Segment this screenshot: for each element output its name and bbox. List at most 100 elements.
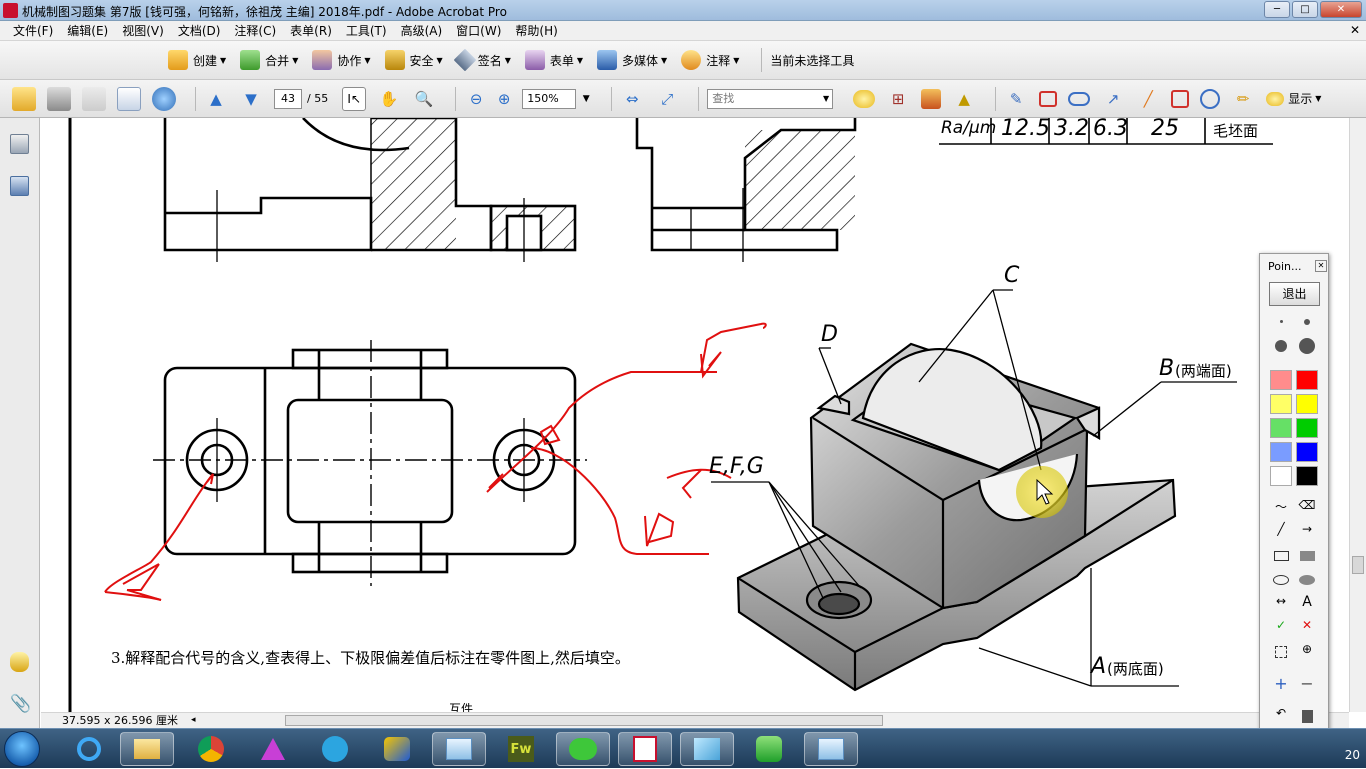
checkmark-icon[interactable]: ✓ <box>1270 618 1292 638</box>
fit-width-icon[interactable]: ⇔ <box>620 87 644 111</box>
hand-tool-icon[interactable]: ✋ <box>377 87 401 111</box>
sticky-note-icon[interactable] <box>853 89 876 108</box>
multimedia-button[interactable]: 多媒体 ▼ <box>597 50 667 70</box>
open-folder-icon[interactable] <box>12 86 36 111</box>
arrow-tool-icon[interactable]: → <box>1296 522 1318 542</box>
color-swatch[interactable] <box>1296 370 1318 390</box>
attachments-panel-icon[interactable]: 📎 <box>10 694 31 714</box>
textbox-icon[interactable] <box>1039 90 1058 107</box>
color-swatch[interactable] <box>1270 370 1292 390</box>
arrow-icon[interactable]: ↗ <box>1101 87 1125 111</box>
close-button[interactable]: ✕ <box>1320 1 1362 18</box>
color-swatch[interactable] <box>1270 394 1292 414</box>
minimize-button[interactable]: ─ <box>1264 1 1290 18</box>
select-area-icon[interactable] <box>1270 642 1292 662</box>
dot-xlarge-icon[interactable] <box>1296 336 1318 356</box>
zoom-in-icon[interactable]: ⊕ <box>492 87 516 111</box>
color-swatch[interactable] <box>1296 466 1318 486</box>
forms-button[interactable]: 表单 ▼ <box>524 50 583 70</box>
ellipse-outline-icon[interactable] <box>1270 570 1292 590</box>
acrobat-icon[interactable] <box>618 732 672 766</box>
line-tool-icon[interactable]: ╱ <box>1270 522 1292 542</box>
pointer-panel-close-icon[interactable]: ✕ <box>1315 260 1327 272</box>
exit-button[interactable]: 退出 <box>1269 282 1320 306</box>
fit-page-icon[interactable]: ⤢ <box>655 87 679 111</box>
combine-button[interactable]: 合并 ▼ <box>240 50 298 70</box>
pages-panel-icon[interactable] <box>10 134 29 154</box>
wechat-icon[interactable] <box>556 732 610 766</box>
snipping-icon[interactable] <box>432 732 486 766</box>
undo-icon[interactable]: ↶ <box>1270 706 1292 726</box>
line-icon[interactable]: ╱ <box>1136 87 1160 111</box>
email-icon[interactable] <box>117 86 141 111</box>
callout-icon[interactable]: ✎ <box>1004 87 1028 111</box>
menu-tools[interactable]: 工具(T) <box>339 22 394 39</box>
document-close-button[interactable]: ✕ <box>1350 23 1360 37</box>
telegram-icon[interactable] <box>308 732 362 766</box>
remove-icon[interactable]: − <box>1296 674 1318 694</box>
freehand-icon[interactable]: 〜 <box>1270 498 1292 518</box>
eraser-icon[interactable]: ⌫ <box>1296 498 1318 518</box>
zoom-out-icon[interactable]: ⊖ <box>464 87 488 111</box>
color-swatch[interactable] <box>1296 418 1318 438</box>
fireworks-icon[interactable]: Fw <box>494 732 548 766</box>
zoom-tool-icon[interactable]: 🔍 <box>412 87 436 111</box>
trash-icon[interactable] <box>1296 706 1318 726</box>
vertical-scrollbar[interactable] <box>1349 118 1366 712</box>
recorder-icon[interactable] <box>804 732 858 766</box>
add-icon[interactable]: + <box>1270 674 1292 694</box>
menu-view[interactable]: 视图(V) <box>115 22 171 39</box>
menu-comments[interactable]: 注释(C) <box>227 22 283 39</box>
rect-outline-icon[interactable] <box>1270 546 1292 566</box>
cross-icon[interactable]: ✕ <box>1296 618 1318 638</box>
ie-icon[interactable] <box>62 732 116 766</box>
create-button[interactable]: 创建 ▼ <box>168 50 226 70</box>
secure-button[interactable]: 安全 ▼ <box>384 50 443 70</box>
bookmarks-panel-icon[interactable] <box>10 176 29 196</box>
save-icon[interactable] <box>82 86 106 111</box>
stamp-icon[interactable] <box>921 88 942 109</box>
menu-document[interactable]: 文档(D) <box>171 22 228 39</box>
dot-medium-icon[interactable] <box>1296 312 1318 332</box>
sign-button[interactable]: 签名 ▼ <box>453 48 511 72</box>
explorer-icon[interactable] <box>120 732 174 766</box>
menu-window[interactable]: 窗口(W) <box>449 22 508 39</box>
media-icon[interactable] <box>370 732 424 766</box>
menu-edit[interactable]: 编辑(E) <box>60 22 115 39</box>
vertical-scroll-thumb[interactable] <box>1352 556 1364 574</box>
chrome-icon[interactable] <box>184 732 238 766</box>
color-swatch[interactable] <box>1270 466 1292 486</box>
menu-file[interactable]: 文件(F) <box>6 22 60 39</box>
rectangle-icon[interactable] <box>1171 89 1190 108</box>
menu-advanced[interactable]: 高级(A) <box>394 22 450 39</box>
find-input[interactable]: 查找 ▼ <box>707 88 834 109</box>
zoom-dropdown-icon[interactable]: ▼ <box>580 87 592 111</box>
clock[interactable]: 20 <box>1345 748 1360 762</box>
text-edit-icon[interactable]: ⊞ <box>886 87 910 111</box>
previous-page-icon[interactable]: ▲ <box>204 87 228 111</box>
oval-icon[interactable] <box>1200 88 1221 109</box>
highlight-text-icon[interactable]: ▲ <box>952 87 976 111</box>
color-swatch[interactable] <box>1270 418 1292 438</box>
menu-help[interactable]: 帮助(H) <box>508 22 564 39</box>
start-button[interactable] <box>4 731 40 767</box>
comment-button[interactable]: 注释 ▼ <box>681 50 739 70</box>
dot-small-icon[interactable] <box>1270 312 1292 332</box>
ellipse-filled-icon[interactable] <box>1296 570 1318 590</box>
print-icon[interactable] <box>47 86 71 111</box>
show-comments-icon[interactable]: 显示 ▼ <box>1266 87 1321 111</box>
web-icon[interactable] <box>152 86 176 111</box>
collaborate-button[interactable]: 协作 ▼ <box>312 50 371 70</box>
cloud-icon[interactable] <box>1068 91 1091 106</box>
double-arrow-icon[interactable]: ↔ <box>1270 594 1292 614</box>
horizontal-scroll-thumb[interactable] <box>285 715 883 726</box>
scroll-left-arrow-icon[interactable]: ◂ <box>191 713 196 728</box>
page-number-input[interactable]: 43 <box>274 88 302 109</box>
notes-icon[interactable] <box>680 732 734 766</box>
rect-filled-icon[interactable] <box>1296 546 1318 566</box>
zoom-level-select[interactable]: 150% <box>522 88 577 109</box>
comments-panel-icon[interactable] <box>10 652 29 672</box>
color-swatch[interactable] <box>1270 442 1292 462</box>
player-icon[interactable] <box>742 732 796 766</box>
pen-tool-icon[interactable] <box>246 732 300 766</box>
